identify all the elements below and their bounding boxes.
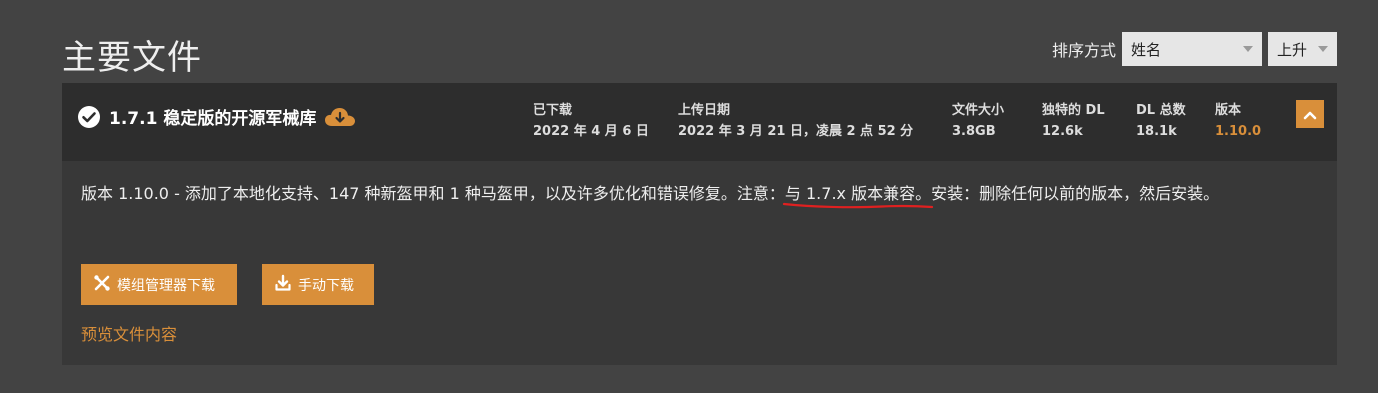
sort-order-value: 上升 xyxy=(1277,40,1308,59)
chevron-down-icon xyxy=(1243,46,1253,52)
mod-manager-download-button[interactable]: 模组管理器下载 xyxy=(81,264,237,305)
file-description: 版本 1.10.0 - 添加了本地化支持、147 种新盔甲和 1 种马盔甲，以及… xyxy=(81,181,1311,209)
version-value: 1.10.0 xyxy=(1215,124,1262,139)
manual-download-button[interactable]: 手动下载 xyxy=(262,264,374,305)
downloaded-meta: 已下载 2022 年 4 月 6 日 xyxy=(533,100,649,142)
sort-field-value: 姓名 xyxy=(1131,40,1162,59)
sort-controls: 排序方式 姓名 上升 xyxy=(1052,32,1337,66)
uploaded-meta: 上传日期 2022 年 3 月 21 日，凌晨 2 点 52 分 xyxy=(678,100,913,142)
uploaded-label: 上传日期 xyxy=(678,103,731,118)
tools-icon xyxy=(93,274,111,296)
page-title: 主要文件 xyxy=(62,38,202,78)
chevron-down-icon xyxy=(1318,46,1328,52)
sort-order-select[interactable]: 上升 xyxy=(1268,32,1337,66)
total-dl-meta: DL 总数 18.1k xyxy=(1136,100,1186,142)
size-value: 3.8GB xyxy=(952,124,996,139)
version-label: 版本 xyxy=(1215,103,1242,118)
downloaded-value: 2022 年 4 月 6 日 xyxy=(533,124,649,139)
total-dl-label: DL 总数 xyxy=(1136,103,1186,118)
unique-dl-value: 12.6k xyxy=(1042,124,1083,139)
chevron-up-icon xyxy=(1303,105,1317,124)
file-title: 1.7.1 稳定版的开源军械库 xyxy=(109,109,317,129)
description-text-pre: 版本 1.10.0 - 添加了本地化支持、147 种新盔甲和 1 种马盔甲，以及… xyxy=(81,184,785,203)
file-card: 1.7.1 稳定版的开源军械库 已下载 2022 年 4 月 6 日 上传日期 … xyxy=(62,83,1337,365)
sort-field-select[interactable]: 姓名 xyxy=(1122,32,1262,66)
size-meta: 文件大小 3.8GB xyxy=(952,100,1004,142)
mod-manager-download-label: 模组管理器下载 xyxy=(117,277,215,294)
preview-file-contents-link[interactable]: 预览文件内容 xyxy=(81,321,177,345)
unique-dl-meta: 独特的 DL 12.6k xyxy=(1042,100,1105,142)
red-underline-annotation xyxy=(782,202,934,209)
manual-download-label: 手动下载 xyxy=(298,277,354,294)
file-header[interactable]: 1.7.1 稳定版的开源军械库 已下载 2022 年 4 月 6 日 上传日期 … xyxy=(62,83,1337,161)
check-circle-icon xyxy=(77,105,101,129)
version-meta: 版本 1.10.0 xyxy=(1215,100,1261,142)
uploaded-value: 2022 年 3 月 21 日，凌晨 2 点 52 分 xyxy=(678,124,914,139)
file-title-group: 1.7.1 稳定版的开源军械库 xyxy=(77,104,356,129)
unique-dl-label: 独特的 DL xyxy=(1042,103,1105,118)
size-label: 文件大小 xyxy=(952,103,1005,118)
downloaded-label: 已下载 xyxy=(533,103,573,118)
collapse-button[interactable] xyxy=(1296,100,1324,128)
description-text-post: 安装：删除任何以前的版本，然后安装。 xyxy=(931,184,1220,203)
cloud-download-icon[interactable] xyxy=(324,106,356,128)
sort-label: 排序方式 xyxy=(1051,41,1116,60)
total-dl-value: 18.1k xyxy=(1136,124,1177,139)
description-highlight: 与 1.7.x 版本兼容。 xyxy=(782,184,934,209)
download-icon xyxy=(274,274,292,296)
